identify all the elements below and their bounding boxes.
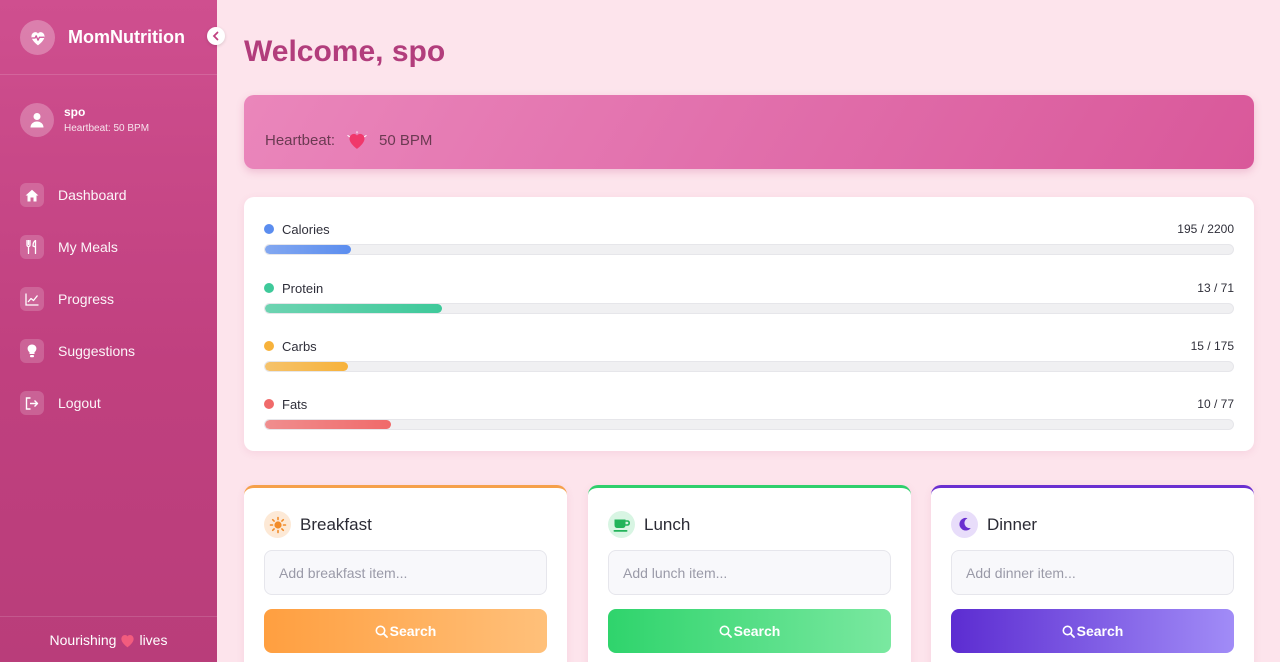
dinner-search-button[interactable]: Search: [951, 609, 1234, 653]
lunch-search-button[interactable]: Search: [608, 609, 891, 653]
moon-icon: [951, 511, 978, 538]
breakfast-input[interactable]: [264, 550, 547, 595]
breakfast-search-button[interactable]: Search: [264, 609, 547, 653]
search-icon: [719, 625, 732, 638]
nutrition-row-carbs: Carbs 15 / 175: [264, 338, 1234, 372]
meal-card-lunch: Lunch Search: [588, 485, 911, 662]
sidebar-item-label: Dashboard: [58, 187, 127, 203]
logout-icon: [20, 391, 44, 415]
chart-line-icon: [20, 287, 44, 311]
heartbeat-value: 50 BPM: [379, 132, 433, 149]
meal-card-breakfast: Breakfast Search: [244, 485, 567, 662]
footer-text-left: Nourishing: [49, 632, 117, 648]
sidebar-divider: [0, 616, 217, 617]
sidebar-item-label: Suggestions: [58, 343, 136, 359]
sidebar-divider: [0, 74, 217, 75]
nutrition-row-fats: Fats 10 / 77: [264, 396, 1234, 430]
nutrition-value: 15 / 175: [1190, 339, 1234, 353]
search-label: Search: [733, 623, 781, 639]
progress-track: [264, 419, 1234, 430]
dinner-input[interactable]: [951, 550, 1234, 595]
progress-fill: [265, 420, 391, 429]
home-icon: [20, 183, 44, 207]
sidebar-item-progress[interactable]: Progress: [20, 286, 135, 312]
fats-dot: [264, 399, 274, 409]
sidebar-item-label: My Meals: [58, 239, 118, 255]
sidebar-item-dashboard[interactable]: Dashboard: [20, 182, 135, 208]
meal-title: Dinner: [987, 514, 1038, 534]
user-profile[interactable]: spo Heartbeat: 50 BPM: [20, 103, 149, 137]
page-title: Welcome, spo: [244, 35, 446, 68]
sidebar-nav: Dashboard My Meals Progress Suggestions …: [20, 182, 135, 442]
lunch-input[interactable]: [608, 550, 891, 595]
progress-fill: [265, 362, 348, 371]
progress-fill: [265, 245, 351, 254]
heart-pulse-icon: [20, 20, 55, 55]
progress-fill: [265, 304, 443, 313]
beating-heart-icon: [347, 131, 367, 150]
nutrition-row-calories: Calories 195 / 2200: [264, 221, 1234, 255]
carbs-dot: [264, 341, 274, 351]
search-label: Search: [389, 623, 437, 639]
search-icon: [1062, 625, 1075, 638]
sidebar-item-suggestions[interactable]: Suggestions: [20, 338, 135, 364]
lightbulb-icon: [20, 339, 44, 363]
meal-card-dinner: Dinner Search: [931, 485, 1254, 662]
user-avatar-icon: [20, 103, 54, 137]
meal-title: Lunch: [644, 514, 691, 534]
sidebar-item-label: Progress: [58, 291, 115, 307]
progress-track: [264, 303, 1234, 314]
coffee-icon: [608, 511, 635, 538]
nutrition-name: Calories: [282, 221, 330, 237]
nutrition-name: Carbs: [282, 338, 317, 354]
sidebar: MomNutrition spo Heartbeat: 50 BPM Dashb…: [0, 0, 225, 662]
sidebar-item-label: Logout: [58, 395, 101, 411]
progress-track: [264, 361, 1234, 372]
heartbeat-banner: Heartbeat: 50 BPM: [244, 95, 1254, 169]
sidebar-footer: Nourishing lives: [0, 632, 217, 648]
nutrition-name: Fats: [282, 396, 308, 412]
brand-name: MomNutrition: [68, 27, 185, 47]
progress-track: [264, 244, 1234, 255]
sidebar-item-logout[interactable]: Logout: [20, 390, 135, 416]
nutrition-name: Protein: [282, 280, 324, 296]
protein-dot: [264, 283, 274, 293]
main-content: Welcome, spo Heartbeat: 50 BPM Calories …: [217, 0, 1280, 662]
search-icon: [375, 625, 388, 638]
user-name: spo: [64, 105, 86, 119]
nutrition-value: 13 / 71: [1197, 281, 1234, 295]
heart-icon: [119, 633, 136, 648]
sidebar-item-my-meals[interactable]: My Meals: [20, 234, 135, 260]
nutrition-row-protein: Protein 13 / 71: [264, 280, 1234, 314]
nutrition-progress-card: Calories 195 / 2200 Protein 13 / 71 Carb…: [244, 197, 1254, 451]
meal-title: Breakfast: [300, 514, 372, 534]
sun-icon: [264, 511, 291, 538]
search-label: Search: [1076, 623, 1124, 639]
nutrition-value: 195 / 2200: [1177, 222, 1234, 236]
utensils-icon: [20, 235, 44, 259]
user-heartbeat: Heartbeat: 50 BPM: [64, 123, 150, 134]
nutrition-value: 10 / 77: [1197, 397, 1234, 411]
heartbeat-label: Heartbeat:: [265, 132, 336, 149]
brand[interactable]: MomNutrition: [20, 20, 185, 55]
footer-text-right: lives: [139, 632, 168, 648]
calories-dot: [264, 224, 274, 234]
